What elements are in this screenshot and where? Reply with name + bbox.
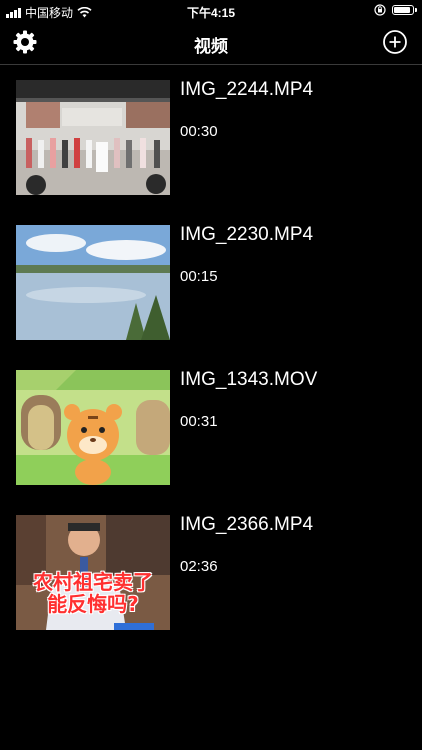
video-thumbnail[interactable] (16, 225, 170, 340)
video-list-item[interactable]: IMG_2244.MP4 00:30 (0, 66, 422, 195)
page-title: 视频 (194, 37, 228, 56)
video-duration: 00:30 (180, 123, 218, 140)
video-name: IMG_2366.MP4 (180, 514, 314, 535)
video-list-item[interactable]: IMG_2230.MP4 00:15 (0, 211, 422, 340)
video-name: IMG_2230.MP4 (180, 224, 314, 245)
orientation-lock-icon (374, 4, 386, 16)
cartoon-tiger-thumbnail-image (16, 370, 170, 485)
lake-landscape-thumbnail-image (16, 225, 170, 340)
video-list-item[interactable]: 农村祖宅卖了 能反悔吗? IMG_2366.MP4 02:36 (0, 501, 422, 630)
thumbnail-caption-line: 农村祖宅卖了 (33, 570, 153, 594)
video-duration: 00:31 (180, 413, 218, 430)
status-bar: 中国移动 下午4:15 (0, 0, 422, 22)
status-time: 下午4:15 (186, 6, 236, 20)
video-duration: 00:15 (180, 268, 218, 285)
video-list-item[interactable]: IMG_1343.MOV 00:31 (0, 356, 422, 485)
video-name: IMG_1343.MOV (180, 369, 318, 390)
video-duration: 02:36 (180, 558, 218, 575)
video-name: IMG_2244.MP4 (180, 79, 314, 100)
thumbnail-caption: 农村祖宅卖了 能反悔吗? (16, 571, 170, 615)
video-thumbnail[interactable]: 农村祖宅卖了 能反悔吗? (16, 515, 170, 630)
battery-icon (392, 5, 417, 15)
battery-level (394, 7, 411, 13)
dance-studio-thumbnail-image (16, 80, 170, 195)
nav-bar: 视频 (0, 22, 422, 65)
add-circle-icon[interactable] (382, 29, 408, 55)
thumbnail-caption-line: 能反悔吗? (47, 592, 139, 616)
status-right (374, 4, 417, 16)
video-thumbnail[interactable] (16, 370, 170, 485)
video-thumbnail[interactable] (16, 80, 170, 195)
